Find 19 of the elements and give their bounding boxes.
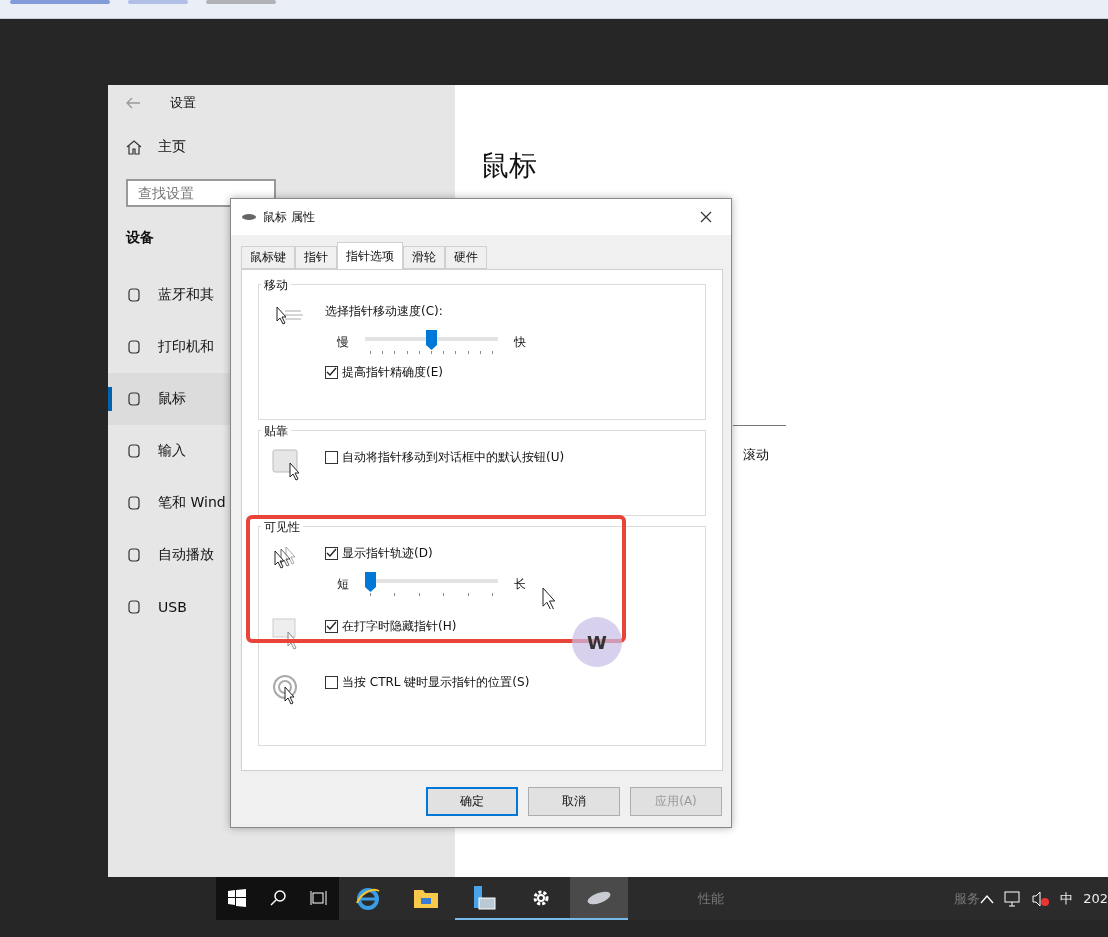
window-title: 设置 <box>170 94 196 112</box>
slider-max-label: 长 <box>514 575 526 593</box>
background-text: 服务 <box>954 889 981 908</box>
slider-min-label: 短 <box>337 575 349 593</box>
background-text: 性能 <box>698 889 725 908</box>
setting-text: 滚动 <box>743 446 769 464</box>
checkbox-label: 显示指针轨迹(D) <box>342 545 433 562</box>
dialog-title: 鼠标 属性 <box>263 208 316 226</box>
group-title: 移动 <box>261 277 291 294</box>
checkbox-label: 在打字时隐藏指针(H) <box>342 618 457 635</box>
group-title: 贴靠 <box>261 423 291 440</box>
checkbox-label: 提高指针精确度(E) <box>342 364 443 381</box>
slider-min-label: 慢 <box>337 333 349 351</box>
field-label: 选择指针移动速度(C): <box>325 303 444 320</box>
checkbox-label: 当按 CTRL 键时显示指针的位置(S) <box>342 674 530 691</box>
slider-max-label: 快 <box>514 333 526 351</box>
checkbox-label: 自动将指针移动到对话框中的默认按钮(U) <box>342 449 565 466</box>
section-heading: 设备 <box>126 229 154 247</box>
page-title: 鼠标 <box>481 148 537 184</box>
